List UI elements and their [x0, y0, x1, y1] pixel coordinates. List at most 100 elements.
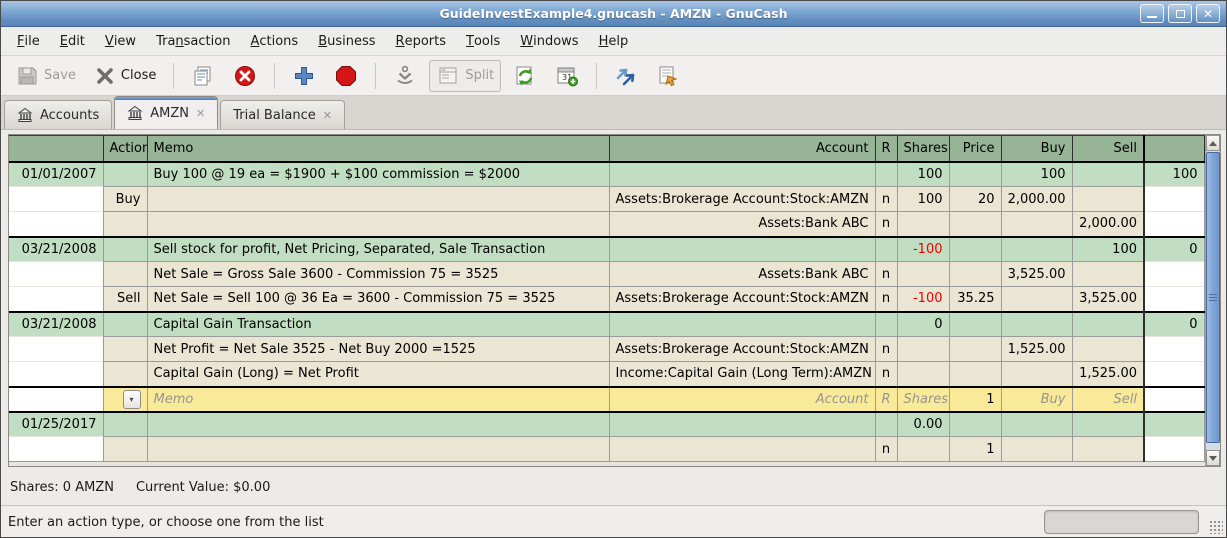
cell-date[interactable] — [9, 337, 103, 362]
cell-r[interactable]: n — [875, 337, 897, 362]
cell-r[interactable]: n — [875, 212, 897, 237]
cell-price[interactable] — [949, 337, 1001, 362]
cell-price[interactable] — [949, 312, 1001, 337]
cell-balance[interactable] — [1144, 362, 1204, 387]
close-button[interactable]: Close — [88, 62, 162, 90]
cell-account[interactable]: Assets:Brokerage Account:Stock:AMZN — [609, 187, 875, 212]
cell-action[interactable] — [103, 237, 147, 262]
cell-balance[interactable] — [1144, 387, 1204, 412]
cell-action[interactable] — [103, 262, 147, 287]
cell-date[interactable] — [9, 287, 103, 312]
action-combo-button[interactable]: ▾ — [123, 390, 141, 409]
cell-account[interactable] — [609, 312, 875, 337]
cell-sell[interactable]: 3,525.00 — [1072, 287, 1144, 312]
cell-buy[interactable] — [1001, 412, 1072, 437]
cell-sell[interactable] — [1072, 337, 1144, 362]
cell-buy[interactable]: 1,525.00 — [1001, 337, 1072, 362]
scroll-down-button[interactable] — [1206, 450, 1220, 466]
tab-amzn[interactable]: AMZN ✕ — [114, 96, 218, 129]
cell-action[interactable]: ▾ — [103, 387, 147, 412]
menu-help[interactable]: Help — [589, 27, 639, 55]
cell-r[interactable]: R — [875, 387, 897, 412]
cell-sell[interactable] — [1072, 162, 1144, 187]
cell-shares[interactable] — [897, 437, 949, 462]
cell-shares[interactable]: 0 — [897, 312, 949, 337]
cell-date[interactable] — [9, 262, 103, 287]
cell-shares[interactable]: 100 — [897, 162, 949, 187]
split-button[interactable]: Split — [429, 60, 501, 92]
cell-action[interactable]: Sell — [103, 287, 147, 312]
cell-account[interactable] — [609, 412, 875, 437]
blank-transaction-button[interactable] — [387, 61, 423, 91]
cell-date[interactable]: 03/21/2008 — [9, 312, 103, 337]
scroll-up-button[interactable] — [1206, 135, 1220, 151]
cell-balance[interactable] — [1144, 262, 1204, 287]
menu-tools[interactable]: Tools — [456, 27, 510, 55]
cell-sell[interactable]: 100 — [1072, 237, 1144, 262]
cancel-button[interactable] — [328, 61, 364, 91]
maximize-button[interactable] — [1168, 4, 1192, 23]
cell-price[interactable]: 1 — [949, 387, 1001, 412]
menu-reports[interactable]: Reports — [386, 27, 456, 55]
minimize-button[interactable] — [1140, 4, 1164, 23]
cell-action[interactable] — [103, 412, 147, 437]
cell-balance[interactable]: 100 — [1144, 162, 1204, 187]
cell-account[interactable] — [609, 437, 875, 462]
cell-price[interactable] — [949, 362, 1001, 387]
cell-account[interactable]: Assets:Brokerage Account:Stock:AMZN — [609, 287, 875, 312]
cell-r[interactable]: n — [875, 362, 897, 387]
cell-action[interactable] — [103, 312, 147, 337]
cell-buy[interactable]: 100 — [1001, 162, 1072, 187]
cell-date[interactable]: 01/01/2007 — [9, 162, 103, 187]
cell-sell[interactable] — [1072, 312, 1144, 337]
cell-buy[interactable] — [1001, 312, 1072, 337]
cell-date[interactable] — [9, 362, 103, 387]
cell-memo[interactable] — [147, 212, 609, 237]
tab-trial-balance[interactable]: Trial Balance ✕ — [220, 100, 345, 129]
cell-sell[interactable] — [1072, 412, 1144, 437]
cell-account[interactable]: Account — [609, 387, 875, 412]
cell-account[interactable]: Assets:Bank ABC — [609, 212, 875, 237]
cell-balance[interactable] — [1144, 287, 1204, 312]
cell-r[interactable]: n — [875, 437, 897, 462]
cell-shares[interactable] — [897, 262, 949, 287]
cell-balance[interactable]: 0 — [1144, 237, 1204, 262]
cell-r[interactable] — [875, 312, 897, 337]
cell-shares[interactable]: 100 — [897, 187, 949, 212]
cell-account[interactable] — [609, 162, 875, 187]
cell-action[interactable] — [103, 437, 147, 462]
cell-action[interactable] — [103, 362, 147, 387]
menu-file[interactable]: File — [7, 27, 50, 55]
cell-price[interactable] — [949, 412, 1001, 437]
vertical-scrollbar[interactable] — [1205, 135, 1220, 466]
cell-memo[interactable] — [147, 187, 609, 212]
cell-r[interactable]: n — [875, 262, 897, 287]
cell-price[interactable] — [949, 162, 1001, 187]
cell-date[interactable] — [9, 187, 103, 212]
cell-date[interactable] — [9, 437, 103, 462]
cell-price[interactable]: 20 — [949, 187, 1001, 212]
cell-memo[interactable]: Net Sale = Gross Sale 3600 - Commission … — [147, 262, 609, 287]
cell-balance[interactable] — [1144, 437, 1204, 462]
cell-balance[interactable]: 0 — [1144, 312, 1204, 337]
cell-sell[interactable] — [1072, 262, 1144, 287]
save-button[interactable]: Save — [9, 61, 82, 91]
cell-memo[interactable]: Net Sale = Sell 100 @ 36 Ea = 3600 - Com… — [147, 287, 609, 312]
scrollbar-thumb[interactable] — [1206, 152, 1220, 443]
cell-sell[interactable]: Sell — [1072, 387, 1144, 412]
delete-button[interactable] — [227, 61, 263, 91]
cell-price[interactable] — [949, 212, 1001, 237]
cell-balance[interactable] — [1144, 212, 1204, 237]
cell-account[interactable]: Assets:Bank ABC — [609, 262, 875, 287]
cell-action[interactable] — [103, 212, 147, 237]
cell-memo[interactable]: Buy 100 @ 19 ea = $1900 + $100 commissio… — [147, 162, 609, 187]
menu-view[interactable]: View — [95, 27, 146, 55]
cell-shares[interactable] — [897, 212, 949, 237]
cell-action[interactable]: Buy — [103, 187, 147, 212]
cell-r[interactable] — [875, 412, 897, 437]
cell-shares[interactable]: Shares — [897, 387, 949, 412]
cell-date[interactable]: 01/25/2017 — [9, 412, 103, 437]
cell-buy[interactable] — [1001, 237, 1072, 262]
cell-buy[interactable]: Buy — [1001, 387, 1072, 412]
resize-grip[interactable] — [1209, 520, 1223, 534]
